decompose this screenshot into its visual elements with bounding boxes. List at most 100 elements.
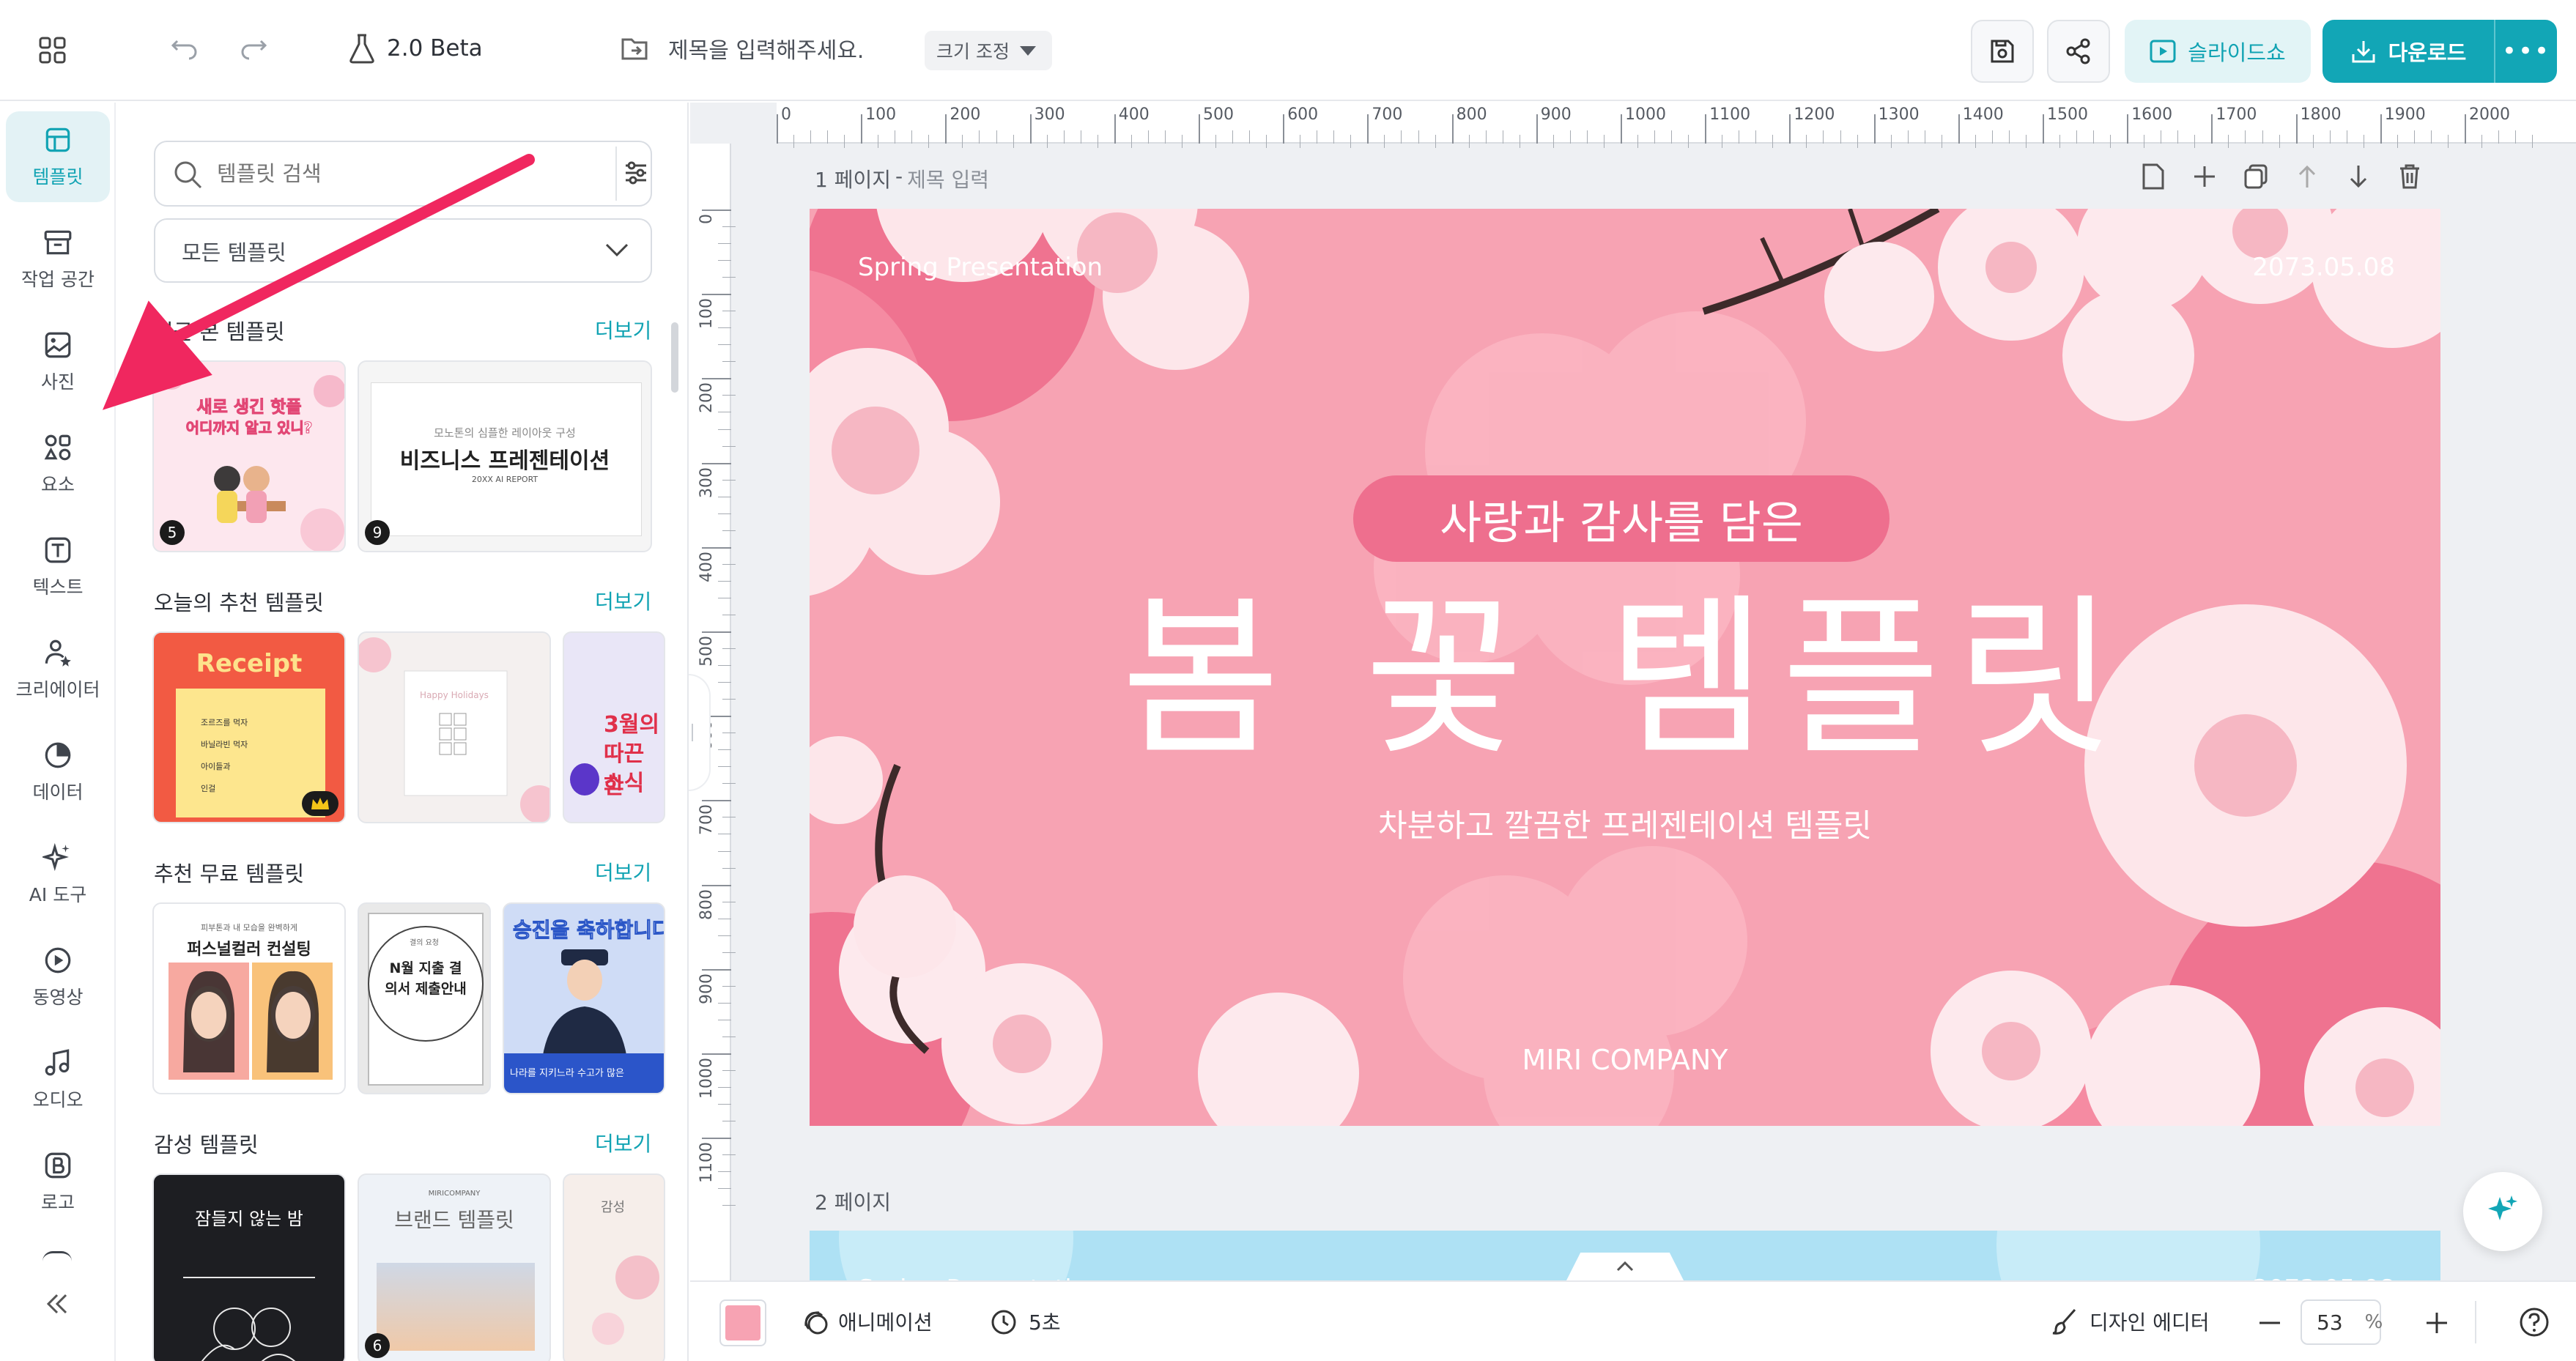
template-thumb-business[interactable]: 모노톤의 심플한 레이아웃 구성 비즈니스 프레젠테이션 20XX AI REP… xyxy=(358,360,652,552)
rail-item-text[interactable]: 텍스트 xyxy=(6,522,110,612)
rail-item-logo[interactable]: 로고 xyxy=(6,1137,110,1228)
slide-1[interactable]: Spring Presentation 2073.05.08 사랑과 감사를 담… xyxy=(810,209,2440,1126)
category-select-value: 모든 템플릿 xyxy=(182,240,286,265)
bottom-bar: 애니메이션 5초 디자인 에디터 53 % xyxy=(690,1280,2576,1361)
h-ruler-tick xyxy=(2295,114,2298,144)
more-options-button[interactable]: ••• xyxy=(2494,20,2557,83)
panel-scrollbar[interactable] xyxy=(671,322,678,393)
apps-grid-icon[interactable] xyxy=(38,34,75,67)
h-ruler-minor-tick xyxy=(1586,130,1588,144)
h-ruler-tick xyxy=(777,114,778,144)
thumb-text-main: 잠들지 않는 밤 xyxy=(195,1209,303,1229)
zoom-in-icon[interactable] xyxy=(2422,1308,2451,1338)
panel-collapse-handle[interactable] xyxy=(689,674,711,791)
download-button[interactable]: 다운로드 xyxy=(2323,20,2494,83)
h-ruler-label: 800 xyxy=(1456,105,1487,124)
zoom-out-icon[interactable] xyxy=(2255,1308,2284,1338)
page-duration-button[interactable]: 5초 xyxy=(989,1307,1061,1336)
v-ruler-minor-tick xyxy=(718,1002,731,1004)
page-dash: - xyxy=(895,164,903,188)
ai-assistant-button[interactable] xyxy=(2463,1172,2542,1251)
template-thumb-march-news[interactable]: 3월의 따끈한 소식 xyxy=(563,631,665,823)
h-ruler-minor-tick xyxy=(1603,135,1605,148)
document-title-field[interactable]: 제목을 입력해주세요. xyxy=(620,32,864,64)
template-search-input[interactable] xyxy=(217,154,539,193)
version-indicator[interactable]: 2.0 Beta xyxy=(347,32,483,64)
h-ruler-minor-tick xyxy=(2194,135,2196,148)
plus-icon[interactable] xyxy=(2192,163,2217,190)
page-title-input[interactable]: 제목 입력 xyxy=(907,164,989,193)
help-icon[interactable] xyxy=(2519,1307,2550,1338)
add-page-icon[interactable] xyxy=(2141,163,2166,190)
v-ruler-minor-tick xyxy=(718,580,731,582)
download-label: 다운로드 xyxy=(2388,40,2467,65)
save-button[interactable] xyxy=(1971,20,2034,83)
template-thumb-brand[interactable]: MIRICOMPANY 브랜드 템플릿 6 xyxy=(358,1173,551,1361)
template-panel: 모든 템플릿 최근 본 템플릿 더보기 새로 생긴 핫플 어디까지 알고 있니?… xyxy=(117,103,689,1361)
rail-item-elements[interactable]: 요소 xyxy=(6,419,110,510)
resize-label: 크기 조정 xyxy=(936,41,1010,62)
rail-item-label: 템플릿 xyxy=(32,166,84,188)
h-ruler-minor-tick xyxy=(2110,135,2111,148)
rail-item-template[interactable]: 템플릿 xyxy=(6,111,110,202)
rail-item-photo[interactable]: 사진 xyxy=(6,316,110,407)
rail-item-sparkle[interactable]: AI 도구 xyxy=(6,829,110,920)
rail-item-label: 데이터 xyxy=(32,782,84,803)
h-ruler-minor-tick xyxy=(793,135,795,148)
template-thumb-expense[interactable]: 결의 요청 N월 지출 결의서 제출안내 xyxy=(358,902,491,1094)
design-editor-button[interactable]: 디자인 에디터 xyxy=(2050,1307,2209,1336)
h-ruler-tick xyxy=(1873,114,1876,144)
template-thumb-mood[interactable]: 감성 xyxy=(563,1173,665,1361)
animation-button[interactable]: 애니메이션 xyxy=(800,1307,933,1336)
rail-item-label: AI 도구 xyxy=(29,884,87,905)
logo-icon xyxy=(42,1150,73,1181)
rail-item-music[interactable]: 오디오 xyxy=(6,1034,110,1125)
delete-page-icon[interactable] xyxy=(2397,163,2422,190)
background-color-swatch[interactable] xyxy=(719,1299,766,1346)
h-ruler-minor-tick xyxy=(2515,130,2517,144)
rail-item-video[interactable]: 동영상 xyxy=(6,932,110,1023)
rail-item-creator[interactable]: 크리에이터 xyxy=(6,624,110,715)
redo-icon[interactable] xyxy=(239,35,268,64)
h-ruler-minor-tick xyxy=(2076,130,2078,144)
template-search-box[interactable] xyxy=(154,141,652,207)
move-up-icon[interactable] xyxy=(2295,163,2320,190)
template-thumb-promotion[interactable]: 승진을 축하합니다 나라를 지키느라 수고가 많은 xyxy=(503,902,665,1094)
duplicate-page-icon[interactable] xyxy=(2243,163,2268,190)
template-thumb-receipt[interactable]: Receipt 조르즈를 먹자 바닐라빈 먹자 아이들과 인걸 xyxy=(152,631,346,823)
rail-item-label: 사진 xyxy=(40,371,75,393)
undo-icon[interactable] xyxy=(170,35,199,64)
template-category-select[interactable]: 모든 템플릿 xyxy=(154,218,652,283)
slide-corner-left: Spring Presentation xyxy=(858,253,1103,282)
template-thumb-personal-color[interactable]: 피부톤과 내 모습을 완벽하게 퍼스널컬러 컨설팅 xyxy=(152,902,346,1094)
more-link-today[interactable]: 더보기 xyxy=(595,586,651,615)
page-nav-tab[interactable] xyxy=(1566,1253,1684,1280)
page-1-header: 1 페이지 - 제목 입력 xyxy=(815,164,989,193)
h-ruler-minor-tick xyxy=(2245,130,2246,144)
v-ruler-minor-tick xyxy=(722,226,736,228)
h-ruler-label: 2000 xyxy=(2469,105,2510,124)
slideshow-button[interactable]: 슬라이드쇼 xyxy=(2125,20,2311,83)
rail-item-chart[interactable]: 데이터 xyxy=(6,727,110,817)
h-ruler-tick xyxy=(1114,114,1116,144)
template-thumb-night[interactable]: 잠들지 않는 밤 xyxy=(152,1173,346,1361)
h-ruler-tick xyxy=(1283,114,1285,144)
download-icon xyxy=(2350,38,2377,64)
resize-button[interactable]: 크기 조정 xyxy=(925,31,1052,70)
more-link-recent[interactable]: 더보기 xyxy=(595,315,651,344)
template-thumb-hotplace[interactable]: 새로 생긴 핫플 어디까지 알고 있니? 5 xyxy=(152,360,346,552)
h-ruler-label: 600 xyxy=(1287,105,1319,124)
share-button[interactable] xyxy=(2047,20,2110,83)
thumb-text-main: Happy Holidays xyxy=(420,690,489,700)
more-link-free[interactable]: 더보기 xyxy=(595,857,651,886)
h-ruler-minor-tick xyxy=(2262,130,2263,144)
search-icon xyxy=(171,158,204,190)
template-thumb-holidays[interactable]: Happy Holidays xyxy=(358,631,551,823)
collapse-rail-icon[interactable] xyxy=(41,1289,73,1321)
rail-item-workspace[interactable]: 작업 공간 xyxy=(6,214,110,305)
move-down-icon[interactable] xyxy=(2346,163,2371,190)
more-link-mood[interactable]: 더보기 xyxy=(595,1128,651,1157)
zoom-input[interactable]: 53 % xyxy=(2301,1299,2383,1345)
h-ruler-minor-tick xyxy=(2329,130,2331,144)
filter-sliders-icon[interactable] xyxy=(623,158,649,188)
